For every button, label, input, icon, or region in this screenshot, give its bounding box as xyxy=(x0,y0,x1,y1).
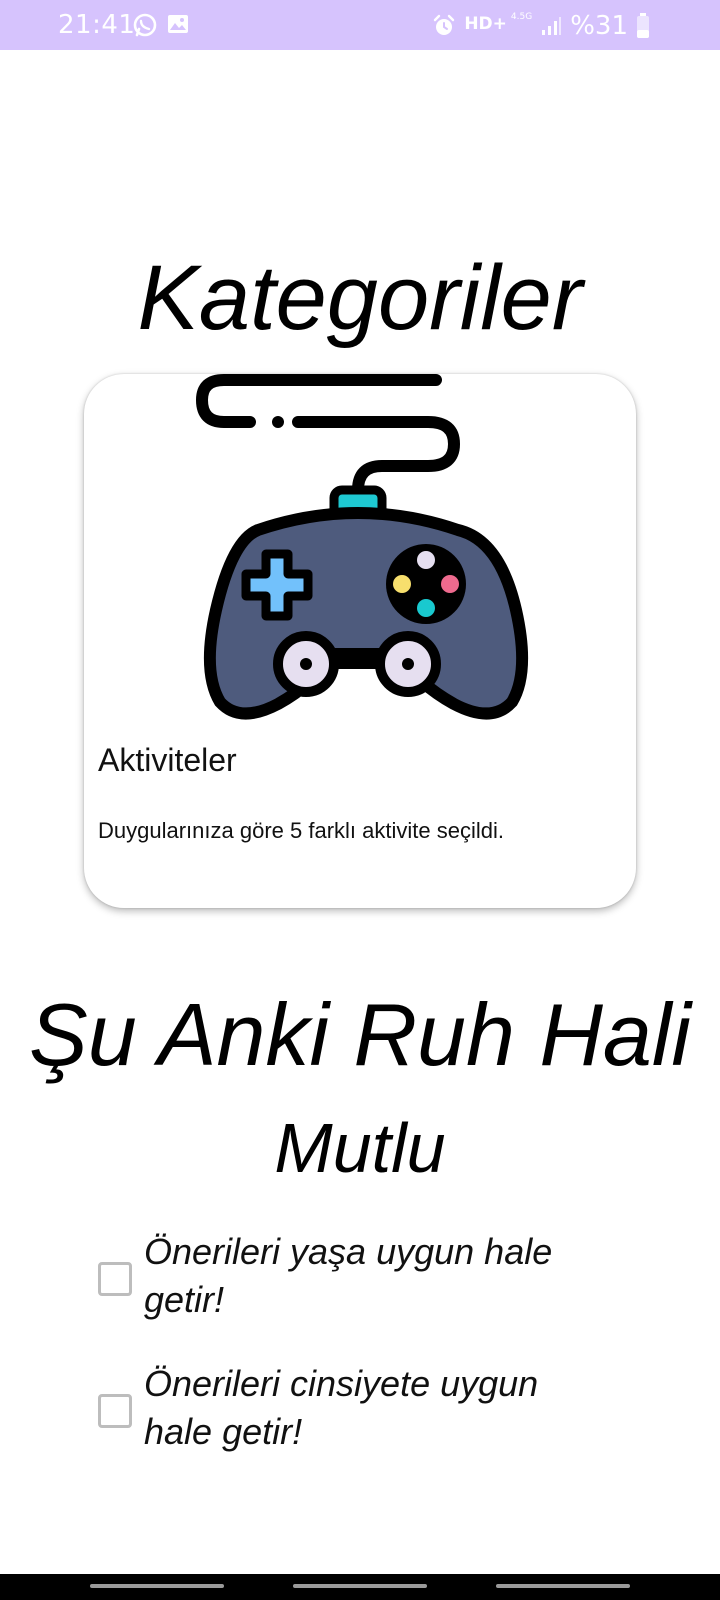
age-option-label[interactable]: Önerileri yaşa uygun hale getir! xyxy=(144,1228,614,1324)
status-left-icons xyxy=(132,12,190,38)
network-label: HD+ xyxy=(464,14,507,34)
home-button[interactable] xyxy=(293,1584,427,1588)
categories-title: Kategoriler xyxy=(137,247,583,349)
network-type: 4.5G xyxy=(510,12,533,22)
gender-option-label[interactable]: Önerileri cinsiyete uygun hale getir! xyxy=(144,1360,614,1456)
status-bar: 21:41 HD+ 4.5G %31 xyxy=(0,0,720,50)
navigation-bar xyxy=(0,1574,720,1600)
alarm-icon xyxy=(434,14,455,35)
status-time: 21:41 xyxy=(58,10,136,40)
status-right: HD+ 4.5G %31 xyxy=(432,11,650,41)
battery-icon xyxy=(637,13,649,38)
gamepad-icon xyxy=(195,374,529,720)
age-checkbox[interactable] xyxy=(98,1262,132,1296)
gender-checkbox[interactable] xyxy=(98,1394,132,1428)
whatsapp-icon xyxy=(133,13,157,37)
activity-card[interactable]: Aktiviteler Duygularınıza göre 5 farklı … xyxy=(84,374,636,908)
battery-percent: %31 xyxy=(570,11,628,41)
back-button[interactable] xyxy=(496,1584,630,1588)
card-title: Aktiviteler xyxy=(98,742,237,778)
card-description: Duygularınıza göre 5 farklı aktivite seç… xyxy=(98,818,504,843)
mood-title: Şu Anki Ruh Hali xyxy=(29,985,691,1084)
signal-icon xyxy=(542,17,562,35)
mood-value: Mutlu xyxy=(274,1109,446,1187)
gallery-icon xyxy=(168,15,188,33)
recent-apps-button[interactable] xyxy=(90,1584,224,1588)
